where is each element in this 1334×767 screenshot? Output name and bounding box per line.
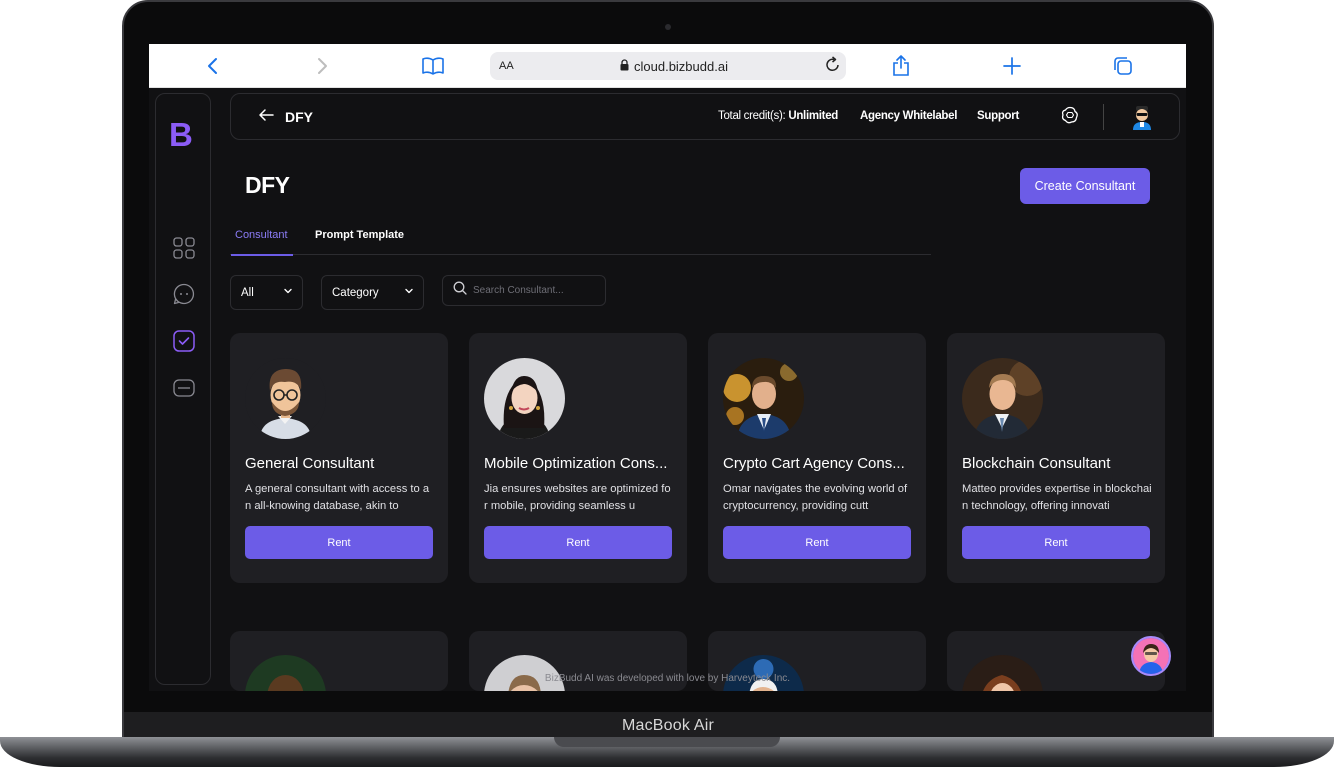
category-filter-label: Category [332,286,379,299]
footer-credit: BizBudd AI was developed with love by Ha… [544,673,791,684]
topbar-divider [1103,104,1104,130]
camera [665,24,671,30]
tab-consultant[interactable]: Consultant [231,229,293,256]
consultant-grid: General Consultant A general consultant … [230,333,1170,691]
consultant-card: Mobile Optimization Cons... Jia ensures … [469,333,687,583]
back-arrow-icon[interactable] [258,107,274,127]
device-label: MacBook Air [124,712,1212,740]
all-filter-select[interactable]: All [230,275,303,310]
back-icon[interactable] [201,54,223,78]
top-bar: DFY Total credit(s): Unlimited Agency Wh… [230,93,1180,140]
consultant-avatar [723,358,804,439]
reload-icon[interactable] [826,56,840,76]
grid-icon[interactable] [172,236,196,260]
consultant-avatar [245,358,326,439]
chat-icon[interactable] [172,282,196,306]
rent-button[interactable]: Rent [962,526,1150,559]
search-icon [453,281,467,300]
lock-icon [620,58,629,74]
sidebar: B [155,93,211,685]
user-avatar[interactable] [1129,104,1155,130]
card-icon[interactable] [172,376,196,400]
search-box[interactable] [442,275,606,306]
all-filter-label: All [241,286,254,299]
rent-button[interactable]: Rent [723,526,911,559]
consultant-description: A general consultant with access to an a… [245,483,430,512]
credits-text: Total credit(s): Unlimited [718,110,838,122]
bookmarks-icon[interactable] [421,54,445,78]
consultant-description: Matteo provides expertise in blockchain … [962,483,1152,512]
support-link[interactable]: Support [977,110,1019,122]
new-tab-icon[interactable] [1000,54,1024,78]
consultant-card: Crypto Cart Agency Cons... Omar navigate… [708,333,926,583]
category-filter-select[interactable]: Category [321,275,424,310]
share-icon[interactable] [889,54,913,78]
text-size-button[interactable]: AA [499,60,514,72]
consultant-name: Crypto Cart Agency Cons... [723,455,905,472]
openai-icon[interactable] [1061,106,1079,124]
address-bar[interactable]: AA cloud.bizbudd.ai [490,52,846,80]
consultant-description: Jia ensures websites are optimized for m… [484,483,671,512]
checkbox-icon[interactable] [172,329,196,353]
agency-whitelabel-link[interactable]: Agency Whitelabel [860,110,957,122]
rent-button[interactable]: Rent [245,526,433,559]
consultant-avatar [484,358,565,439]
forward-icon[interactable] [312,54,334,78]
credits-value: Unlimited [788,110,839,122]
browser-toolbar: AA cloud.bizbudd.ai [149,44,1186,88]
consultant-avatar [962,358,1043,439]
chevron-down-icon [283,286,293,296]
consultant-name: General Consultant [245,455,375,472]
search-input[interactable] [473,285,603,296]
screen: AA cloud.bizbudd.ai B DFY Total credit(s… [149,44,1186,691]
laptop-notch [554,737,780,747]
create-consultant-button[interactable]: Create Consultant [1020,168,1150,204]
credits-label: Total credit(s): [718,110,786,122]
url-text: cloud.bizbudd.ai [634,58,728,74]
page-title: DFY [245,172,290,198]
tab-bar: Consultant Prompt Template [230,224,931,256]
consultant-name: Mobile Optimization Cons... [484,455,668,472]
logo[interactable]: B [169,116,193,154]
consultant-card: General Consultant A general consultant … [230,333,448,583]
app: B DFY Total credit(s): Unlimited Agency … [149,88,1186,691]
chevron-down-icon [404,286,414,296]
tab-prompt-template[interactable]: Prompt Template [315,229,404,255]
consultant-description: Omar navigates the evolving world of cry… [723,483,908,512]
tabs-overview-icon[interactable] [1111,54,1135,78]
chat-assistant-button[interactable] [1131,636,1171,676]
consultant-card: Blockchain Consultant Matteo provides ex… [947,333,1165,583]
consultant-name: Blockchain Consultant [962,455,1111,472]
topbar-title: DFY [285,109,313,125]
rent-button[interactable]: Rent [484,526,672,559]
